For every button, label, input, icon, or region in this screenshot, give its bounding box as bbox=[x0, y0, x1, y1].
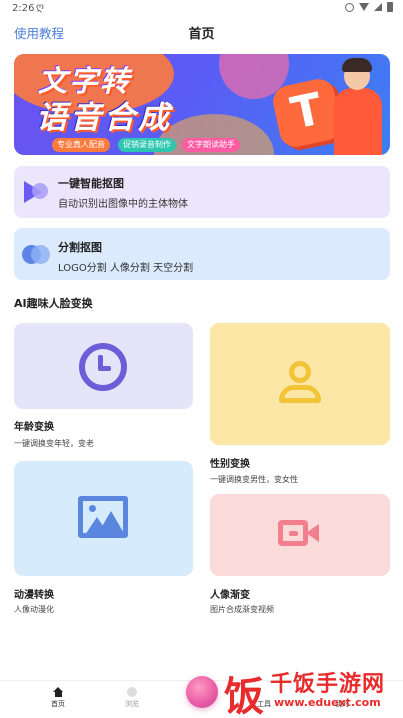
tile-label: 人像渐变 bbox=[210, 590, 250, 601]
wifi-icon bbox=[359, 3, 369, 11]
notification-icon: ღ bbox=[36, 2, 44, 13]
watermark-url: www.eduext.com bbox=[274, 696, 381, 709]
site-watermark: 饭 千饭手游网 www.eduext.com bbox=[222, 662, 400, 718]
feature-card-smart-cutout[interactable]: 一键智能抠图 自动识别出图像中的主体物体 bbox=[14, 166, 390, 218]
tile-anime-convert[interactable] bbox=[14, 461, 193, 576]
nav-item-browse[interactable]: 浏览 bbox=[112, 687, 152, 709]
video-icon bbox=[276, 518, 324, 550]
video-icon-dot bbox=[289, 531, 298, 536]
cutout-icon bbox=[22, 180, 48, 206]
section-title: AI趣味人脸变换 bbox=[14, 297, 93, 310]
watermark-name: 千饭手游网 bbox=[270, 672, 386, 697]
tile-subtitle: 图片合成渐变视频 bbox=[210, 605, 274, 614]
browse-icon bbox=[127, 687, 137, 697]
banner-tag: 文字朗读助手 bbox=[182, 138, 240, 152]
status-time: 2:26 bbox=[12, 3, 35, 14]
tile-subtitle: 一键调换变男性，变女性 bbox=[210, 475, 298, 484]
home-icon-walls bbox=[54, 692, 62, 697]
tile-subtitle: 人像动漫化 bbox=[14, 605, 54, 614]
clock-icon bbox=[79, 343, 127, 391]
video-icon-lens bbox=[306, 524, 319, 542]
floating-action-button[interactable] bbox=[186, 676, 218, 708]
tile-label: 年龄变换 bbox=[14, 422, 54, 433]
feature-desc: LOGO分割 人像分割 天空分割 bbox=[58, 263, 194, 274]
status-bar: 2:26 ღ bbox=[0, 0, 403, 18]
video-icon-box bbox=[278, 520, 308, 546]
feature-title: 分割抠图 bbox=[58, 241, 102, 254]
tile-subtitle: 一键调换变年轻，变老 bbox=[14, 439, 94, 448]
image-icon-sun bbox=[89, 505, 96, 512]
tutorial-link[interactable]: 使用教程 bbox=[14, 23, 64, 42]
person-illustration bbox=[326, 58, 390, 155]
nav-item-home[interactable]: 首页 bbox=[38, 687, 78, 709]
do-not-disturb-icon bbox=[345, 2, 354, 12]
feature-card-segment-cutout[interactable]: 分割抠图 LOGO分割 人像分割 天空分割 bbox=[14, 228, 390, 280]
top-nav-bar: 首页 使用教程 bbox=[0, 18, 403, 46]
signal-icon bbox=[374, 3, 382, 11]
image-icon-mountain bbox=[97, 511, 123, 533]
nav-label: 首页 bbox=[51, 700, 65, 708]
feature-desc: 自动识别出图像中的主体物体 bbox=[58, 199, 188, 210]
segment-icon-dot bbox=[31, 245, 50, 264]
user-icon bbox=[276, 361, 324, 409]
watermark-logo: 饭 bbox=[222, 662, 272, 718]
banner-tag: 促销录音制作 bbox=[118, 138, 176, 152]
watermark-logo-char: 饭 bbox=[224, 674, 264, 718]
clock-hand bbox=[98, 366, 111, 371]
banner-tag: 专业真人配音 bbox=[52, 138, 110, 152]
person-body bbox=[334, 88, 382, 155]
user-icon-body bbox=[279, 385, 321, 403]
tile-label: 性别变换 bbox=[210, 459, 250, 470]
nav-label: 浏览 bbox=[125, 700, 139, 708]
person-hair bbox=[342, 58, 372, 72]
cutout-icon-circle bbox=[32, 183, 48, 199]
status-icons bbox=[345, 2, 393, 12]
tile-gender-transform[interactable] bbox=[210, 323, 390, 445]
user-icon-head bbox=[289, 361, 311, 383]
home-icon bbox=[52, 687, 64, 697]
tile-portrait-gradient[interactable] bbox=[210, 494, 390, 576]
image-icon bbox=[78, 496, 128, 538]
segment-icon bbox=[22, 242, 50, 268]
tile-label: 动漫转换 bbox=[14, 590, 54, 601]
tile-age-transform[interactable] bbox=[14, 323, 193, 409]
promo-banner[interactable]: 文字转 语音合成 专业真人配音 促销录音制作 文字朗读助手 T bbox=[14, 54, 390, 155]
battery-icon bbox=[387, 2, 393, 12]
feature-title: 一键智能抠图 bbox=[58, 177, 124, 190]
banner-headline-2: 语音合成 bbox=[36, 100, 172, 136]
